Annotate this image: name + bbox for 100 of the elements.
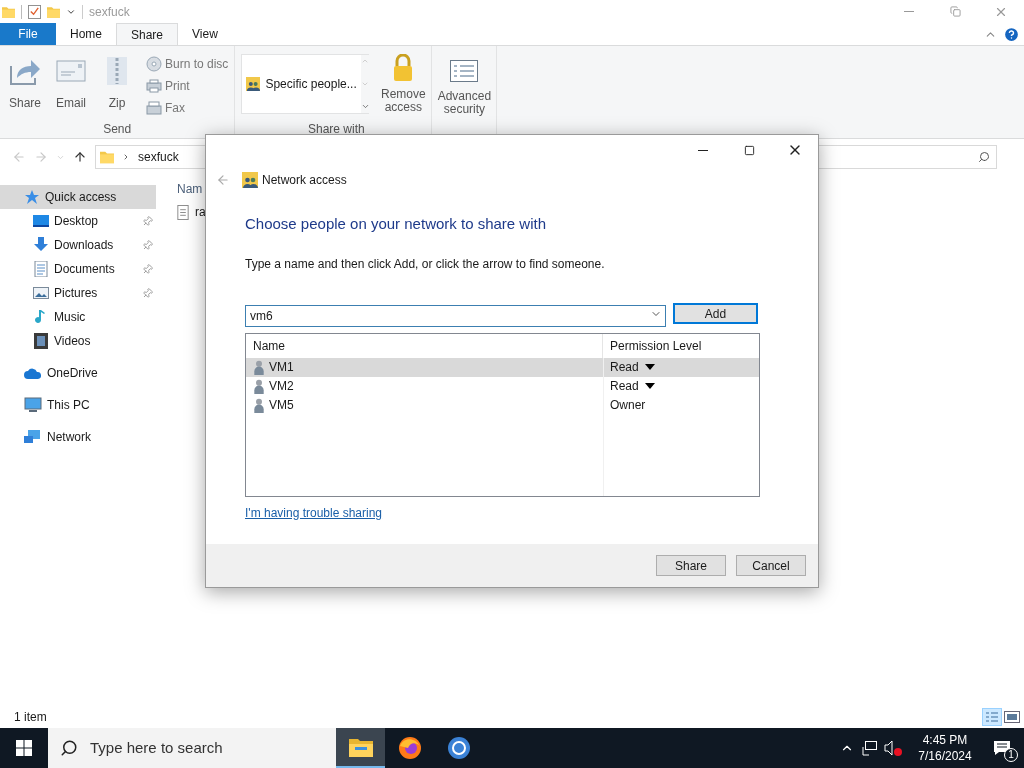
dialog-button[interactable]: Cancel (736, 555, 806, 576)
ribbon-button[interactable]: Share (6, 54, 44, 120)
gallery-item[interactable]: Specific people... (242, 55, 361, 113)
help-icon[interactable] (1003, 26, 1020, 43)
group-label: Send (102, 121, 133, 138)
fax-icon (146, 100, 162, 115)
restore-icon (949, 6, 961, 17)
checklist-icon (450, 60, 479, 82)
user-name: VM5 (269, 397, 294, 414)
list-row[interactable]: VM5 Owner (246, 395, 759, 415)
dropdown-arrow-icon[interactable] (644, 364, 655, 370)
ribbon-button[interactable]: Burn to disc (146, 54, 229, 73)
envelope-icon (56, 60, 86, 82)
minimize-icon (698, 149, 708, 151)
search-icon (60, 739, 78, 757)
film-icon (33, 333, 49, 349)
more-icon[interactable] (360, 102, 370, 111)
file-name[interactable]: ra (195, 203, 206, 221)
remove-access-button[interactable]: Remove access (375, 54, 432, 120)
network-status-icon[interactable] (862, 740, 878, 756)
properties-icon[interactable] (28, 4, 41, 19)
people-icon (246, 77, 261, 91)
dialog-button[interactable]: Share (656, 555, 726, 576)
cloud-icon (24, 367, 42, 379)
ribbon-button[interactable]: Zip (98, 54, 136, 120)
nav-item[interactable]: Downloads (0, 233, 156, 257)
breadcrumb-item[interactable]: sexfuck (138, 148, 179, 166)
column-header[interactable]: Name (246, 333, 603, 358)
ribbon-tab[interactable]: View (178, 23, 232, 45)
user-icon (253, 359, 265, 375)
ribbon-tab[interactable]: Share (116, 23, 179, 45)
details-view-icon (985, 711, 999, 723)
nav-item[interactable]: OneDrive (0, 361, 156, 385)
nav-item[interactable]: Pictures (0, 281, 156, 305)
user-icon (253, 378, 265, 394)
window-title: sexfuck (89, 3, 130, 21)
user-name: VM2 (269, 378, 294, 395)
thumbnail-view-icon[interactable] (1004, 711, 1020, 723)
item-count: 1 item (14, 709, 47, 726)
download-icon (33, 237, 49, 253)
permission-level[interactable]: Read (610, 377, 639, 395)
list-row[interactable]: VM2 Read (246, 376, 759, 396)
permission-level: Owner (610, 397, 646, 414)
advanced-security-button[interactable]: Advanced security (438, 46, 491, 116)
taskbar-app[interactable] (336, 728, 385, 768)
ribbon-button[interactable]: Email (52, 54, 90, 120)
muted-speaker-icon[interactable] (884, 740, 902, 756)
nav-item[interactable]: Videos (0, 329, 156, 353)
printer-icon (146, 78, 162, 93)
text-file-icon (177, 204, 189, 220)
browser-ring-icon (446, 736, 471, 760)
dialog-title: Network access (262, 172, 347, 189)
file-tab[interactable]: File (0, 23, 56, 45)
taskbar-search-field[interactable]: Type here to search (48, 728, 336, 768)
add-button[interactable]: Add (673, 303, 758, 324)
list-row[interactable]: VM1 Read (246, 357, 759, 377)
disc-icon (146, 55, 162, 72)
dialog-heading: Choose people on your network to share with (245, 214, 547, 234)
nav-item[interactable]: Documents (0, 257, 156, 281)
ribbon-button[interactable]: Print (146, 76, 229, 95)
document-icon (33, 261, 49, 277)
notification-badge: 1 (1004, 748, 1018, 762)
padlock-icon (393, 54, 414, 82)
user-icon (253, 397, 265, 413)
search-field[interactable] (817, 145, 997, 169)
nav-item[interactable]: Network (0, 425, 156, 449)
minimize-icon (904, 11, 914, 12)
nav-item[interactable]: This PC (0, 393, 156, 417)
group-label: Share with (307, 121, 366, 138)
nav-item[interactable]: Desktop (0, 209, 156, 233)
star-icon (24, 189, 40, 205)
column-header[interactable]: Nam (177, 177, 206, 201)
maximize-icon (743, 144, 755, 156)
folder-icon (100, 149, 114, 165)
up-icon[interactable] (73, 150, 87, 164)
network-icon (24, 429, 42, 445)
breadcrumb-separator-icon (122, 153, 130, 161)
column-header[interactable]: Permission Level (603, 336, 702, 355)
ribbon-tab[interactable]: Home (56, 23, 116, 45)
nav-item[interactable]: Quick access (0, 185, 156, 209)
nav-item[interactable]: Music (0, 305, 156, 329)
search-icon (978, 151, 990, 163)
zip-folder-icon (106, 56, 128, 86)
permission-level[interactable]: Read (610, 358, 639, 376)
windows-logo-icon (16, 740, 32, 756)
computer-icon (24, 397, 42, 413)
folder-icon (348, 737, 373, 757)
instruction-text: Type a name and then click Add, or click the arrow to find someone. (245, 255, 606, 273)
clock[interactable]: 4:45 PM 7/16/2024 (910, 732, 980, 764)
user-name: VM1 (269, 359, 294, 376)
desktop-icon (33, 213, 49, 229)
fox-globe-icon (397, 736, 422, 760)
back-icon[interactable] (216, 173, 230, 187)
notification-icon[interactable] (993, 740, 1011, 756)
dropdown-arrow-icon[interactable] (644, 383, 655, 389)
picture-icon (33, 285, 49, 301)
people-icon (242, 172, 258, 188)
help-link[interactable]: I'm having trouble sharing (245, 503, 383, 522)
name-combo-field[interactable]: vm6 (245, 304, 666, 327)
ribbon-button[interactable]: Fax (146, 98, 229, 117)
